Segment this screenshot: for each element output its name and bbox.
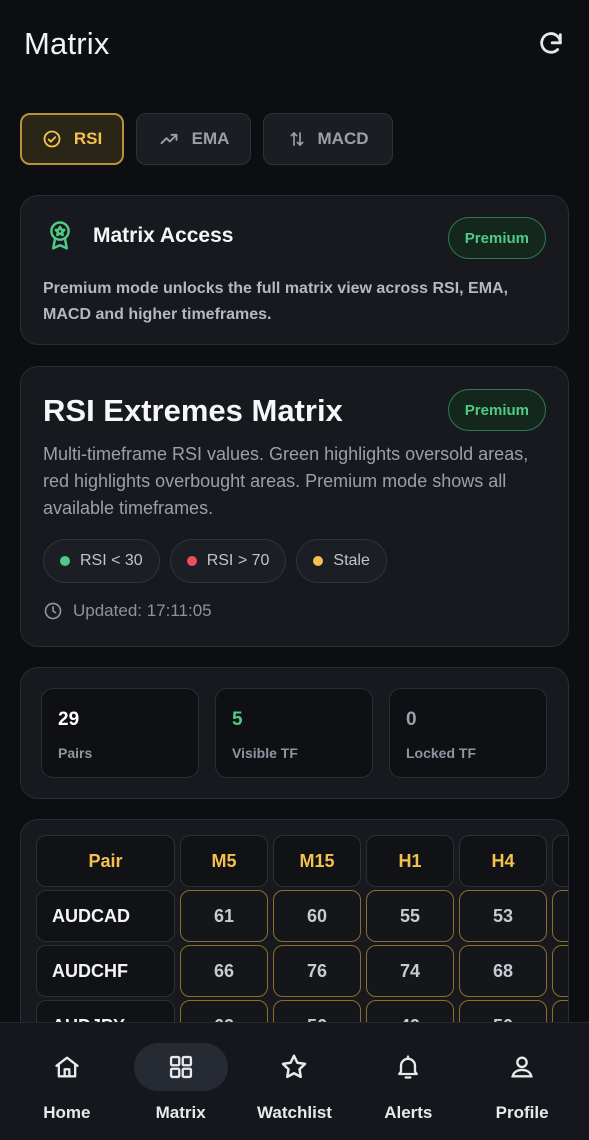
legend: RSI < 30 RSI > 70 Stale: [43, 539, 387, 583]
nav-icon-wrapper: [475, 1043, 569, 1091]
nav-icon-wrapper: [247, 1043, 341, 1091]
stat-locked-tf: 0 Locked TF: [389, 688, 547, 778]
matrix-access-card: Matrix Access Premium Premium mode unloc…: [20, 195, 569, 345]
home-icon: [55, 1056, 79, 1078]
rsi-value-cell: 76: [273, 945, 361, 997]
nav-watchlist[interactable]: Watchlist: [240, 1023, 348, 1140]
bell-icon: [398, 1055, 419, 1079]
updated-timestamp: Updated: 17:11:05: [43, 601, 212, 621]
user-icon: [511, 1056, 533, 1078]
access-description: Premium mode unlocks the full matrix vie…: [43, 280, 509, 323]
access-title: Matrix Access: [93, 224, 234, 247]
premium-badge: Premium: [447, 389, 546, 431]
check-circle-icon: [42, 129, 62, 149]
stat-label: Pairs: [58, 745, 93, 761]
nav-label: Watchlist: [257, 1103, 332, 1122]
rsi-value-cell: 61: [180, 890, 268, 942]
nav-icon-wrapper: [20, 1043, 114, 1091]
green-dot-icon: [60, 556, 70, 566]
nav-label: Alerts: [384, 1103, 433, 1122]
stat-pairs: 29 Pairs: [41, 688, 199, 778]
legend-chip-oversold: RSI < 30: [43, 539, 160, 583]
rsi-value-cell: 68: [459, 945, 547, 997]
nav-alerts[interactable]: Alerts: [354, 1023, 462, 1140]
column-header-overflow: [552, 835, 568, 887]
nav-home[interactable]: Home: [13, 1023, 121, 1140]
legend-chip-overbought: RSI > 70: [169, 539, 287, 583]
trend-up-icon: [158, 129, 180, 149]
rsi-value-cell: 55: [366, 890, 454, 942]
rsi-value-cell-overflow: [552, 890, 568, 942]
nav-profile[interactable]: Profile: [468, 1023, 576, 1140]
stats-row: 29 Pairs 5 Visible TF 0 Locked TF: [41, 688, 547, 778]
nav-label: Matrix: [155, 1103, 206, 1122]
nav-label: Home: [43, 1103, 91, 1122]
pair-cell[interactable]: AUDCHF: [36, 945, 175, 997]
stat-visible-tf: 5 Visible TF: [215, 688, 373, 778]
column-header-pair: Pair: [36, 835, 175, 887]
rsi-value-cell: 74: [366, 945, 454, 997]
stat-label: Visible TF: [232, 745, 298, 761]
tab-macd[interactable]: MACD: [263, 113, 393, 165]
clock-icon: [44, 602, 62, 620]
sort-arrows-icon: [288, 129, 306, 149]
nav-matrix[interactable]: Matrix: [127, 1023, 235, 1140]
tab-label: RSI: [73, 129, 103, 148]
column-header-h4[interactable]: H4: [459, 835, 547, 887]
yellow-dot-icon: [313, 556, 324, 566]
star-icon: [282, 1054, 307, 1079]
tab-label: EMA: [191, 129, 230, 148]
stat-value: 0: [406, 709, 417, 730]
refresh-button[interactable]: [533, 26, 569, 62]
stat-value: 29: [58, 709, 80, 730]
section-title: RSI Extremes Matrix: [43, 393, 343, 428]
rsi-value-cell-overflow: [552, 945, 568, 997]
legend-label: RSI > 70: [206, 552, 270, 569]
rsi-value-cell: 53: [459, 890, 547, 942]
stat-value: 5: [232, 709, 243, 730]
nav-icon-wrapper: [361, 1043, 455, 1091]
stats-card: 29 Pairs 5 Visible TF 0 Locked TF: [20, 667, 569, 799]
column-header-h1[interactable]: H1: [366, 835, 454, 887]
rsi-value-cell: 60: [273, 890, 361, 942]
nav-label: Profile: [495, 1103, 549, 1122]
matrix-screen: Matrix RSI EMA MACD Matrix Access Premiu…: [0, 0, 589, 1140]
table-row[interactable]: AUDCAD 61 60 55 53: [36, 890, 568, 942]
indicator-tabs: RSI EMA MACD: [20, 113, 393, 165]
pair-cell[interactable]: AUDCAD: [36, 890, 175, 942]
app-header: Matrix: [24, 22, 569, 66]
premium-badge: Premium: [447, 217, 546, 259]
column-header-m15[interactable]: M15: [273, 835, 361, 887]
tab-label: MACD: [317, 129, 369, 148]
nav-icon-wrapper: [133, 1043, 228, 1091]
column-header-m5[interactable]: M5: [180, 835, 268, 887]
legend-chip-stale: Stale: [296, 539, 387, 583]
table-header-row: Pair M5 M15 H1 H4: [36, 835, 568, 887]
award-icon: [50, 221, 70, 250]
tab-ema[interactable]: EMA: [136, 113, 251, 165]
rsi-value-cell: 66: [180, 945, 268, 997]
legend-label: RSI < 30: [80, 552, 143, 569]
stat-label: Locked TF: [406, 745, 477, 761]
rsi-info-card: RSI Extremes Matrix Premium Multi-timefr…: [20, 366, 569, 647]
page-title: Matrix: [24, 26, 110, 61]
table-row[interactable]: AUDCHF 66 76 74 68: [36, 945, 568, 997]
section-description: Multi-timeframe RSI values. Green highli…: [43, 444, 529, 518]
legend-label: Stale: [333, 552, 370, 569]
bottom-navigation: Home Matrix Watchlist Alerts Profile: [0, 1022, 589, 1140]
red-dot-icon: [186, 556, 197, 566]
access-title-row: Matrix Access: [45, 220, 233, 252]
updated-text: Updated: 17:11:05: [73, 601, 212, 620]
grid-icon: [169, 1055, 192, 1079]
refresh-icon: [540, 32, 562, 54]
tab-rsi[interactable]: RSI: [20, 113, 124, 165]
